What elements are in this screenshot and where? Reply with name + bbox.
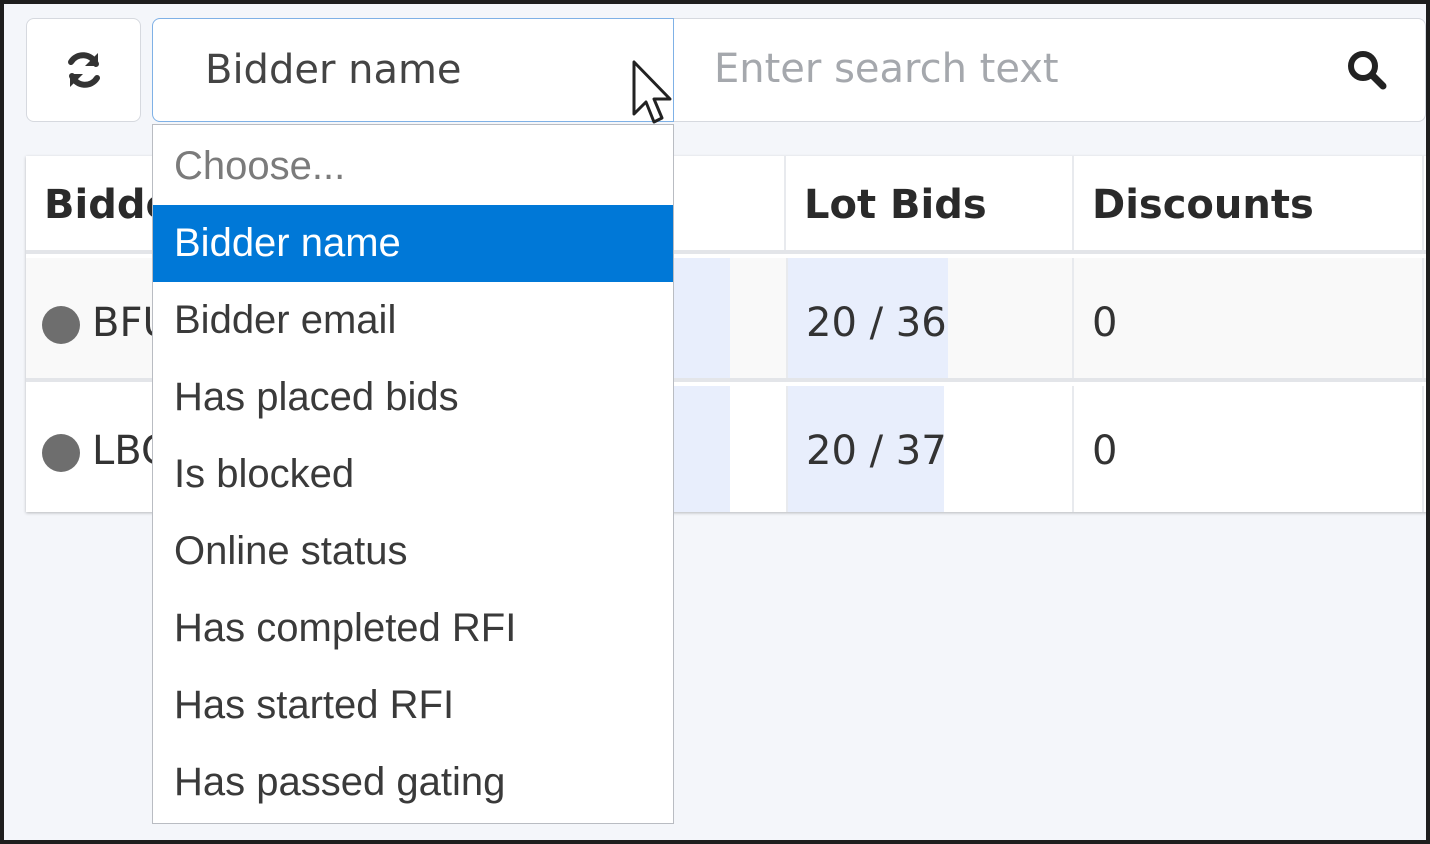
dropdown-option-has-placed-bids[interactable]: Has placed bids [153,359,673,436]
refresh-icon [67,52,100,88]
select-value: Bidder name [205,47,462,93]
search-field-select[interactable]: Bidder name [152,18,787,122]
discounts-cell: 0 [1074,258,1424,378]
search-field-dropdown: Choose... Bidder name Bidder email Has p… [152,124,674,824]
column-header-lot-bids[interactable]: Lot Bids [786,156,1074,250]
dropdown-option-bidder-email[interactable]: Bidder email [153,282,673,359]
dropdown-option-is-blocked[interactable]: Is blocked [153,436,673,513]
mouse-pointer-icon [632,60,672,124]
app-frame: Bidder name Bidde Lot Bids Discounts [0,0,1430,844]
dropdown-option-has-completed-rfi[interactable]: Has completed RFI [153,590,673,667]
status-dot [42,434,80,472]
lot-bids-cell: 20 / 36 [786,258,1074,378]
lot-bids-cell: 20 / 37 [786,386,1074,512]
dropdown-option-choose[interactable]: Choose... [153,128,673,205]
dropdown-option-has-passed-gating[interactable]: Has passed gating [153,744,673,821]
search-icon [1348,51,1387,90]
search-box [674,18,1310,122]
search-button[interactable] [1309,18,1426,122]
status-dot [42,306,80,344]
column-header-discounts[interactable]: Discounts [1074,156,1424,250]
discounts-cell: 0 [1074,386,1424,512]
search-input[interactable] [714,39,1274,99]
refresh-button[interactable] [26,18,141,122]
dropdown-option-online-status[interactable]: Online status [153,513,673,590]
dropdown-option-has-started-rfi[interactable]: Has started RFI [153,667,673,744]
dropdown-option-bidder-name[interactable]: Bidder name [153,205,673,282]
